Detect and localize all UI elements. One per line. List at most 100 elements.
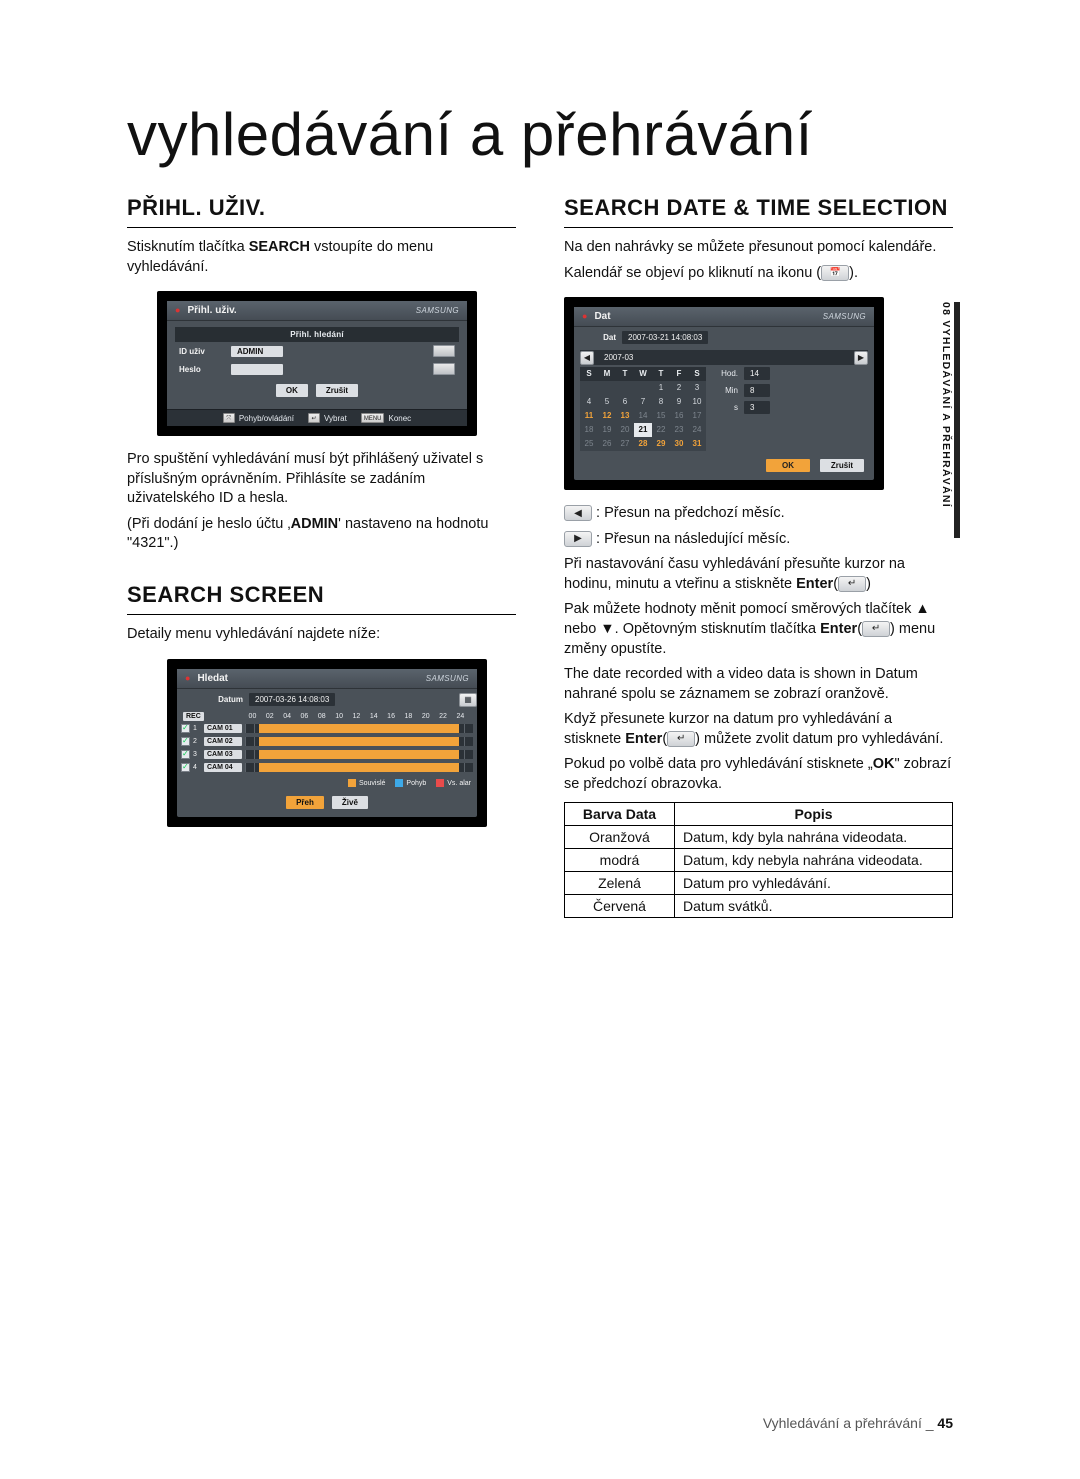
calendar-day[interactable]: 19 xyxy=(598,423,616,437)
time-row[interactable]: Min 8 xyxy=(712,384,868,397)
password-value[interactable] xyxy=(231,364,283,375)
next-month-button[interactable]: ▶ xyxy=(854,351,868,365)
calendar-day[interactable]: 27 xyxy=(616,437,634,451)
userid-value[interactable]: ADMIN xyxy=(231,346,283,357)
arrow-right-icon xyxy=(564,531,592,547)
time-row[interactable]: Hod. 14 xyxy=(712,367,868,380)
calendar-icon[interactable]: ▦ xyxy=(459,693,477,707)
time-label: Min xyxy=(712,386,738,395)
rec-icon xyxy=(185,673,192,684)
calendar-day[interactable]: 25 xyxy=(580,437,598,451)
calendar-day[interactable]: 13 xyxy=(616,409,634,423)
dow-header: S xyxy=(688,367,706,381)
hour-label: 12 xyxy=(348,713,365,720)
live-button[interactable]: Živě xyxy=(332,796,368,809)
calendar-day[interactable]: 17 xyxy=(688,409,706,423)
row-userid: ID uživ ADMIN xyxy=(175,342,459,360)
calendar-day[interactable]: 11 xyxy=(580,409,598,423)
calendar-day[interactable]: 29 xyxy=(652,437,670,451)
calendar-day[interactable]: 9 xyxy=(670,395,688,409)
calendar-day[interactable]: 8 xyxy=(652,395,670,409)
ok-button[interactable]: OK xyxy=(766,459,810,472)
cam-index: 3 xyxy=(193,751,201,758)
date-screen-title: Dat xyxy=(594,311,610,322)
time-label: s xyxy=(712,403,738,412)
play-button[interactable]: Přeh xyxy=(286,796,324,809)
prev-month-button[interactable]: ◀ xyxy=(580,351,594,365)
ok-button[interactable]: OK xyxy=(276,384,308,397)
dow-header: F xyxy=(670,367,688,381)
checkbox-icon[interactable] xyxy=(181,737,190,746)
calendar-day[interactable]: 1 xyxy=(652,381,670,395)
calendar-day[interactable]: 31 xyxy=(688,437,706,451)
time-value[interactable]: 14 xyxy=(744,367,770,380)
cancel-button[interactable]: Zrušit xyxy=(316,384,358,397)
calendar-day xyxy=(634,381,652,395)
date-value[interactable]: 2007-03-21 14:08:03 xyxy=(622,331,708,344)
calendar-day[interactable]: 15 xyxy=(652,409,670,423)
section-search-screen-heading: SEARCH SCREEN xyxy=(127,582,516,615)
timeline-hours: 00020406081012141618202224 xyxy=(204,711,473,722)
enter-icon xyxy=(838,576,866,592)
checkbox-icon[interactable] xyxy=(181,750,190,759)
right-column: SEARCH DATE & TIME SELECTION Na den nahr… xyxy=(564,187,953,918)
hour-label: 16 xyxy=(382,713,399,720)
calendar-day[interactable]: 4 xyxy=(580,395,598,409)
calendar-day[interactable]: 7 xyxy=(634,395,652,409)
calendar-day[interactable]: 23 xyxy=(670,423,688,437)
calendar-grid[interactable]: SMTWTFS123456789101112131415161718192021… xyxy=(580,367,706,451)
dt-para-e: Pokud po volbě data pro vyhledávání stis… xyxy=(564,755,953,794)
legend-desc: Datum, kdy nebyla nahrána videodata. xyxy=(675,849,953,872)
dt-para-c: The date recorded with a video data is s… xyxy=(564,665,953,704)
calendar-day[interactable]: 22 xyxy=(652,423,670,437)
calendar-icon xyxy=(821,265,849,281)
calendar-day[interactable]: 14 xyxy=(634,409,652,423)
time-label: Hod. xyxy=(712,369,738,378)
time-value[interactable]: 8 xyxy=(744,384,770,397)
hour-label: 24 xyxy=(452,713,469,720)
calendar-day[interactable]: 10 xyxy=(688,395,706,409)
camera-row[interactable]: 1CAM 01 xyxy=(181,722,473,735)
calendar-day[interactable]: 18 xyxy=(580,423,598,437)
cam-name: CAM 02 xyxy=(204,737,242,746)
cam-timeline[interactable] xyxy=(245,737,473,746)
keyboard-icon[interactable] xyxy=(433,363,455,375)
legend-desc: Datum pro vyhledávání. xyxy=(675,872,953,895)
search-screenshot: Hledat SAMSUNG Datum 2007-03-26 14:08:03… xyxy=(167,659,487,827)
calendar-day[interactable]: 30 xyxy=(670,437,688,451)
keyboard-icon[interactable] xyxy=(433,345,455,357)
calendar-day[interactable]: 16 xyxy=(670,409,688,423)
time-row[interactable]: s3 xyxy=(712,401,868,414)
camera-row[interactable]: 3CAM 03 xyxy=(181,748,473,761)
checkbox-icon[interactable] xyxy=(181,763,190,772)
calendar-day[interactable]: 28 xyxy=(634,437,652,451)
prev-month-note: : Přesun na předchozí měsíc. xyxy=(564,504,953,524)
calendar-day[interactable]: 26 xyxy=(598,437,616,451)
cam-timeline[interactable] xyxy=(245,724,473,733)
left-column: PŘIHL. UŽIV. Stisknutím tlačítka SEARCH … xyxy=(127,187,516,918)
cancel-button[interactable]: Zrušit xyxy=(820,459,864,472)
brand-label: SAMSUNG xyxy=(416,306,459,315)
cam-timeline[interactable] xyxy=(245,750,473,759)
calendar-day[interactable]: 6 xyxy=(616,395,634,409)
calendar-day xyxy=(598,381,616,395)
date-select-screenshot: Dat SAMSUNG Dat 2007-03-21 14:08:03 ◀ 20… xyxy=(564,297,884,490)
calendar-day[interactable]: 2 xyxy=(670,381,688,395)
month-nav: ◀ 2007-03 ▶ xyxy=(580,350,868,365)
hour-label: 14 xyxy=(365,713,382,720)
page: vyhledávání a přehrávání PŘIHL. UŽIV. St… xyxy=(127,100,953,918)
date-value[interactable]: 2007-03-26 14:08:03 xyxy=(249,693,335,706)
calendar-day[interactable]: 20 xyxy=(616,423,634,437)
dt-para-d: Když přesunete kurzor na datum pro vyhle… xyxy=(564,710,953,749)
cam-timeline[interactable] xyxy=(245,763,473,772)
calendar-day[interactable]: 12 xyxy=(598,409,616,423)
calendar-day[interactable]: 24 xyxy=(688,423,706,437)
camera-row[interactable]: 2CAM 02 xyxy=(181,735,473,748)
checkbox-icon[interactable] xyxy=(181,724,190,733)
hour-label: 10 xyxy=(330,713,347,720)
calendar-day[interactable]: 3 xyxy=(688,381,706,395)
calendar-day[interactable]: 21 xyxy=(634,423,652,437)
calendar-day[interactable]: 5 xyxy=(598,395,616,409)
time-value[interactable]: 3 xyxy=(744,401,770,414)
camera-row[interactable]: 4CAM 04 xyxy=(181,761,473,774)
